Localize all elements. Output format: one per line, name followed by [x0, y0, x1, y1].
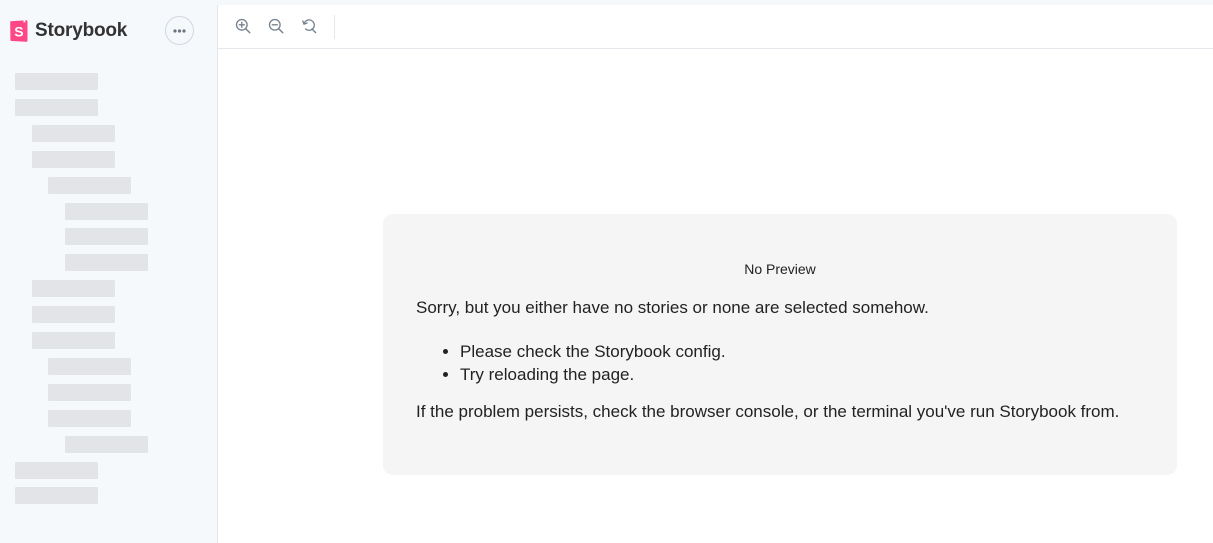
- preview-canvas: No Preview Sorry, but you either have no…: [218, 49, 1213, 543]
- brand[interactable]: S Storybook: [9, 18, 127, 44]
- zoom-out-button[interactable]: [267, 17, 285, 35]
- sidebar-menu-button[interactable]: [165, 16, 194, 45]
- sidebar-skeleton-item: [32, 306, 115, 323]
- sidebar-skeleton-item: [15, 487, 98, 504]
- sidebar-skeleton-item: [65, 228, 148, 245]
- reset-zoom-icon: [302, 19, 317, 34]
- suggestion-item: Please check the Storybook config.: [460, 340, 726, 363]
- sidebar-skeleton-item: [32, 151, 115, 168]
- sidebar-skeleton-item: [65, 203, 148, 220]
- toolbar-divider: [334, 15, 335, 39]
- main-panel: No Preview Sorry, but you either have no…: [217, 5, 1213, 543]
- sidebar-skeleton-item: [15, 73, 98, 90]
- sidebar-skeleton-item: [15, 462, 98, 479]
- no-preview-outro: If the problem persists, check the brows…: [416, 402, 1120, 421]
- zoom-in-button[interactable]: [234, 17, 252, 35]
- sidebar-skeleton-item: [32, 280, 115, 297]
- sidebar-skeleton-item: [48, 384, 131, 401]
- sidebar-skeleton-item: [65, 254, 148, 271]
- no-preview-suggestions: Please check the Storybook config. Try r…: [416, 340, 726, 386]
- storybook-logo-icon: S: [10, 19, 28, 42]
- logo-letter: S: [14, 24, 23, 40]
- no-preview-message: No Preview Sorry, but you either have no…: [383, 214, 1177, 475]
- ellipsis-icon: [173, 28, 186, 33]
- sidebar-skeleton-item: [32, 125, 115, 142]
- zoom-in-icon: [235, 18, 251, 34]
- sidebar: S Storybook: [0, 0, 216, 543]
- sidebar-skeleton-item: [48, 177, 131, 194]
- no-preview-title: No Preview: [744, 261, 816, 277]
- zoom-out-icon: [268, 18, 284, 34]
- brand-name: Storybook: [35, 20, 128, 41]
- storybook-app: S Storybook No Preview Sorry, but you ei…: [0, 0, 1213, 543]
- reset-zoom-button[interactable]: [300, 17, 318, 35]
- sidebar-skeleton-item: [48, 358, 131, 375]
- preview-toolbar: [218, 5, 1213, 49]
- sidebar-skeleton-item: [65, 436, 148, 453]
- sidebar-skeleton-item: [48, 410, 131, 427]
- no-preview-intro: Sorry, but you either have no stories or…: [416, 298, 929, 317]
- suggestion-item: Try reloading the page.: [460, 363, 726, 386]
- sidebar-skeleton-item: [15, 99, 98, 116]
- sidebar-skeleton-item: [32, 332, 115, 349]
